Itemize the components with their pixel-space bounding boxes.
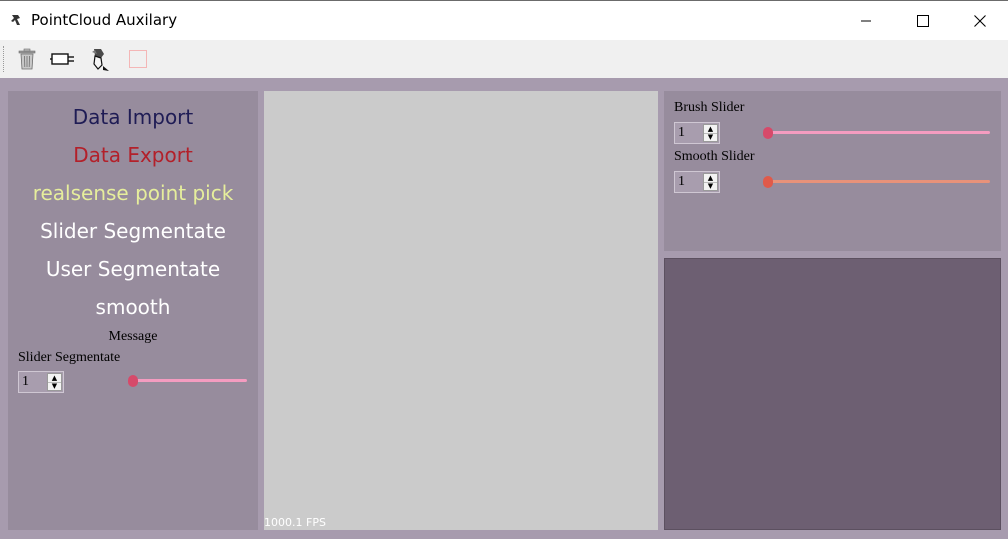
minimize-icon — [861, 20, 871, 21]
left-panel: Data Import Data Export realsense point … — [8, 91, 258, 530]
smooth-spin-up-button[interactable]: ▲ — [704, 174, 717, 182]
title-bar: PointCloud Auxilary — [0, 0, 1008, 40]
slider-handle[interactable] — [128, 375, 138, 387]
brush-spinbox-value: 1 — [678, 125, 685, 140]
spinbox-buttons: ▲ ▼ — [47, 373, 62, 391]
spin-down-button[interactable]: ▼ — [48, 382, 61, 390]
preview-panel[interactable] — [664, 258, 1001, 530]
trash-icon — [18, 48, 36, 70]
smooth-spin-down-button[interactable]: ▼ — [704, 182, 717, 190]
brush-slider-handle[interactable] — [763, 127, 773, 139]
maximize-icon — [917, 14, 929, 27]
plug-icon — [50, 53, 74, 65]
plug-button[interactable] — [50, 46, 76, 72]
segmentate-slider[interactable] — [128, 374, 247, 388]
smooth-slider[interactable] — [763, 175, 990, 189]
window-title: PointCloud Auxilary — [31, 11, 178, 29]
spin-up-button[interactable]: ▲ — [48, 374, 61, 382]
app-icon — [11, 15, 20, 25]
smooth-slider-track — [763, 180, 990, 183]
message-label: Message — [108, 329, 158, 344]
smooth-spinbox-buttons: ▲ ▼ — [703, 173, 718, 191]
smooth-slider-label: Smooth Slider — [674, 149, 755, 164]
data-import-button[interactable]: Data Import — [8, 105, 258, 129]
smooth-button[interactable]: smooth — [8, 295, 258, 319]
brush-button[interactable] — [87, 46, 113, 72]
brush-spin-down-button[interactable]: ▼ — [704, 133, 717, 141]
color-swatch-icon — [129, 50, 147, 68]
slider-segmentate-label: Slider Segmentate — [18, 350, 121, 365]
realsense-point-pick-button[interactable]: realsense point pick — [8, 181, 258, 205]
smooth-slider-handle[interactable] — [763, 176, 773, 188]
fps-counter: 1000.1 FPS — [264, 516, 326, 529]
toolbar — [0, 40, 1008, 78]
brush-spinbox[interactable]: 1 ▲ ▼ — [674, 122, 720, 144]
brush-spin-up-button[interactable]: ▲ — [704, 125, 717, 133]
brush-icon — [92, 49, 109, 71]
close-icon — [974, 14, 986, 27]
right-control-panel: Brush Slider 1 ▲ ▼ Smooth Slider 1 ▲ ▼ — [664, 91, 1001, 251]
color-swatch-button[interactable] — [125, 46, 151, 72]
brush-slider[interactable] — [763, 126, 990, 140]
slider-track — [128, 379, 247, 382]
slider-segmentate-button[interactable]: Slider Segmentate — [8, 219, 258, 243]
brush-spinbox-buttons: ▲ ▼ — [703, 124, 718, 142]
spinbox-value: 1 — [22, 374, 29, 389]
point-cloud-viewport[interactable]: 1000.1 FPS — [264, 91, 658, 530]
smooth-spinbox-value: 1 — [678, 174, 685, 189]
slider-segmentate-spinbox[interactable]: 1 ▲ ▼ — [18, 371, 64, 393]
user-segmentate-button[interactable]: User Segmentate — [8, 257, 258, 281]
smooth-spinbox[interactable]: 1 ▲ ▼ — [674, 171, 720, 193]
toolbar-grip[interactable] — [3, 46, 5, 72]
minimize-button[interactable] — [838, 1, 894, 40]
close-button[interactable] — [952, 1, 1008, 40]
brush-slider-track — [763, 131, 990, 134]
trash-button[interactable] — [14, 46, 40, 72]
maximize-button[interactable] — [895, 1, 951, 40]
data-export-button[interactable]: Data Export — [8, 143, 258, 167]
brush-slider-label: Brush Slider — [674, 100, 745, 115]
